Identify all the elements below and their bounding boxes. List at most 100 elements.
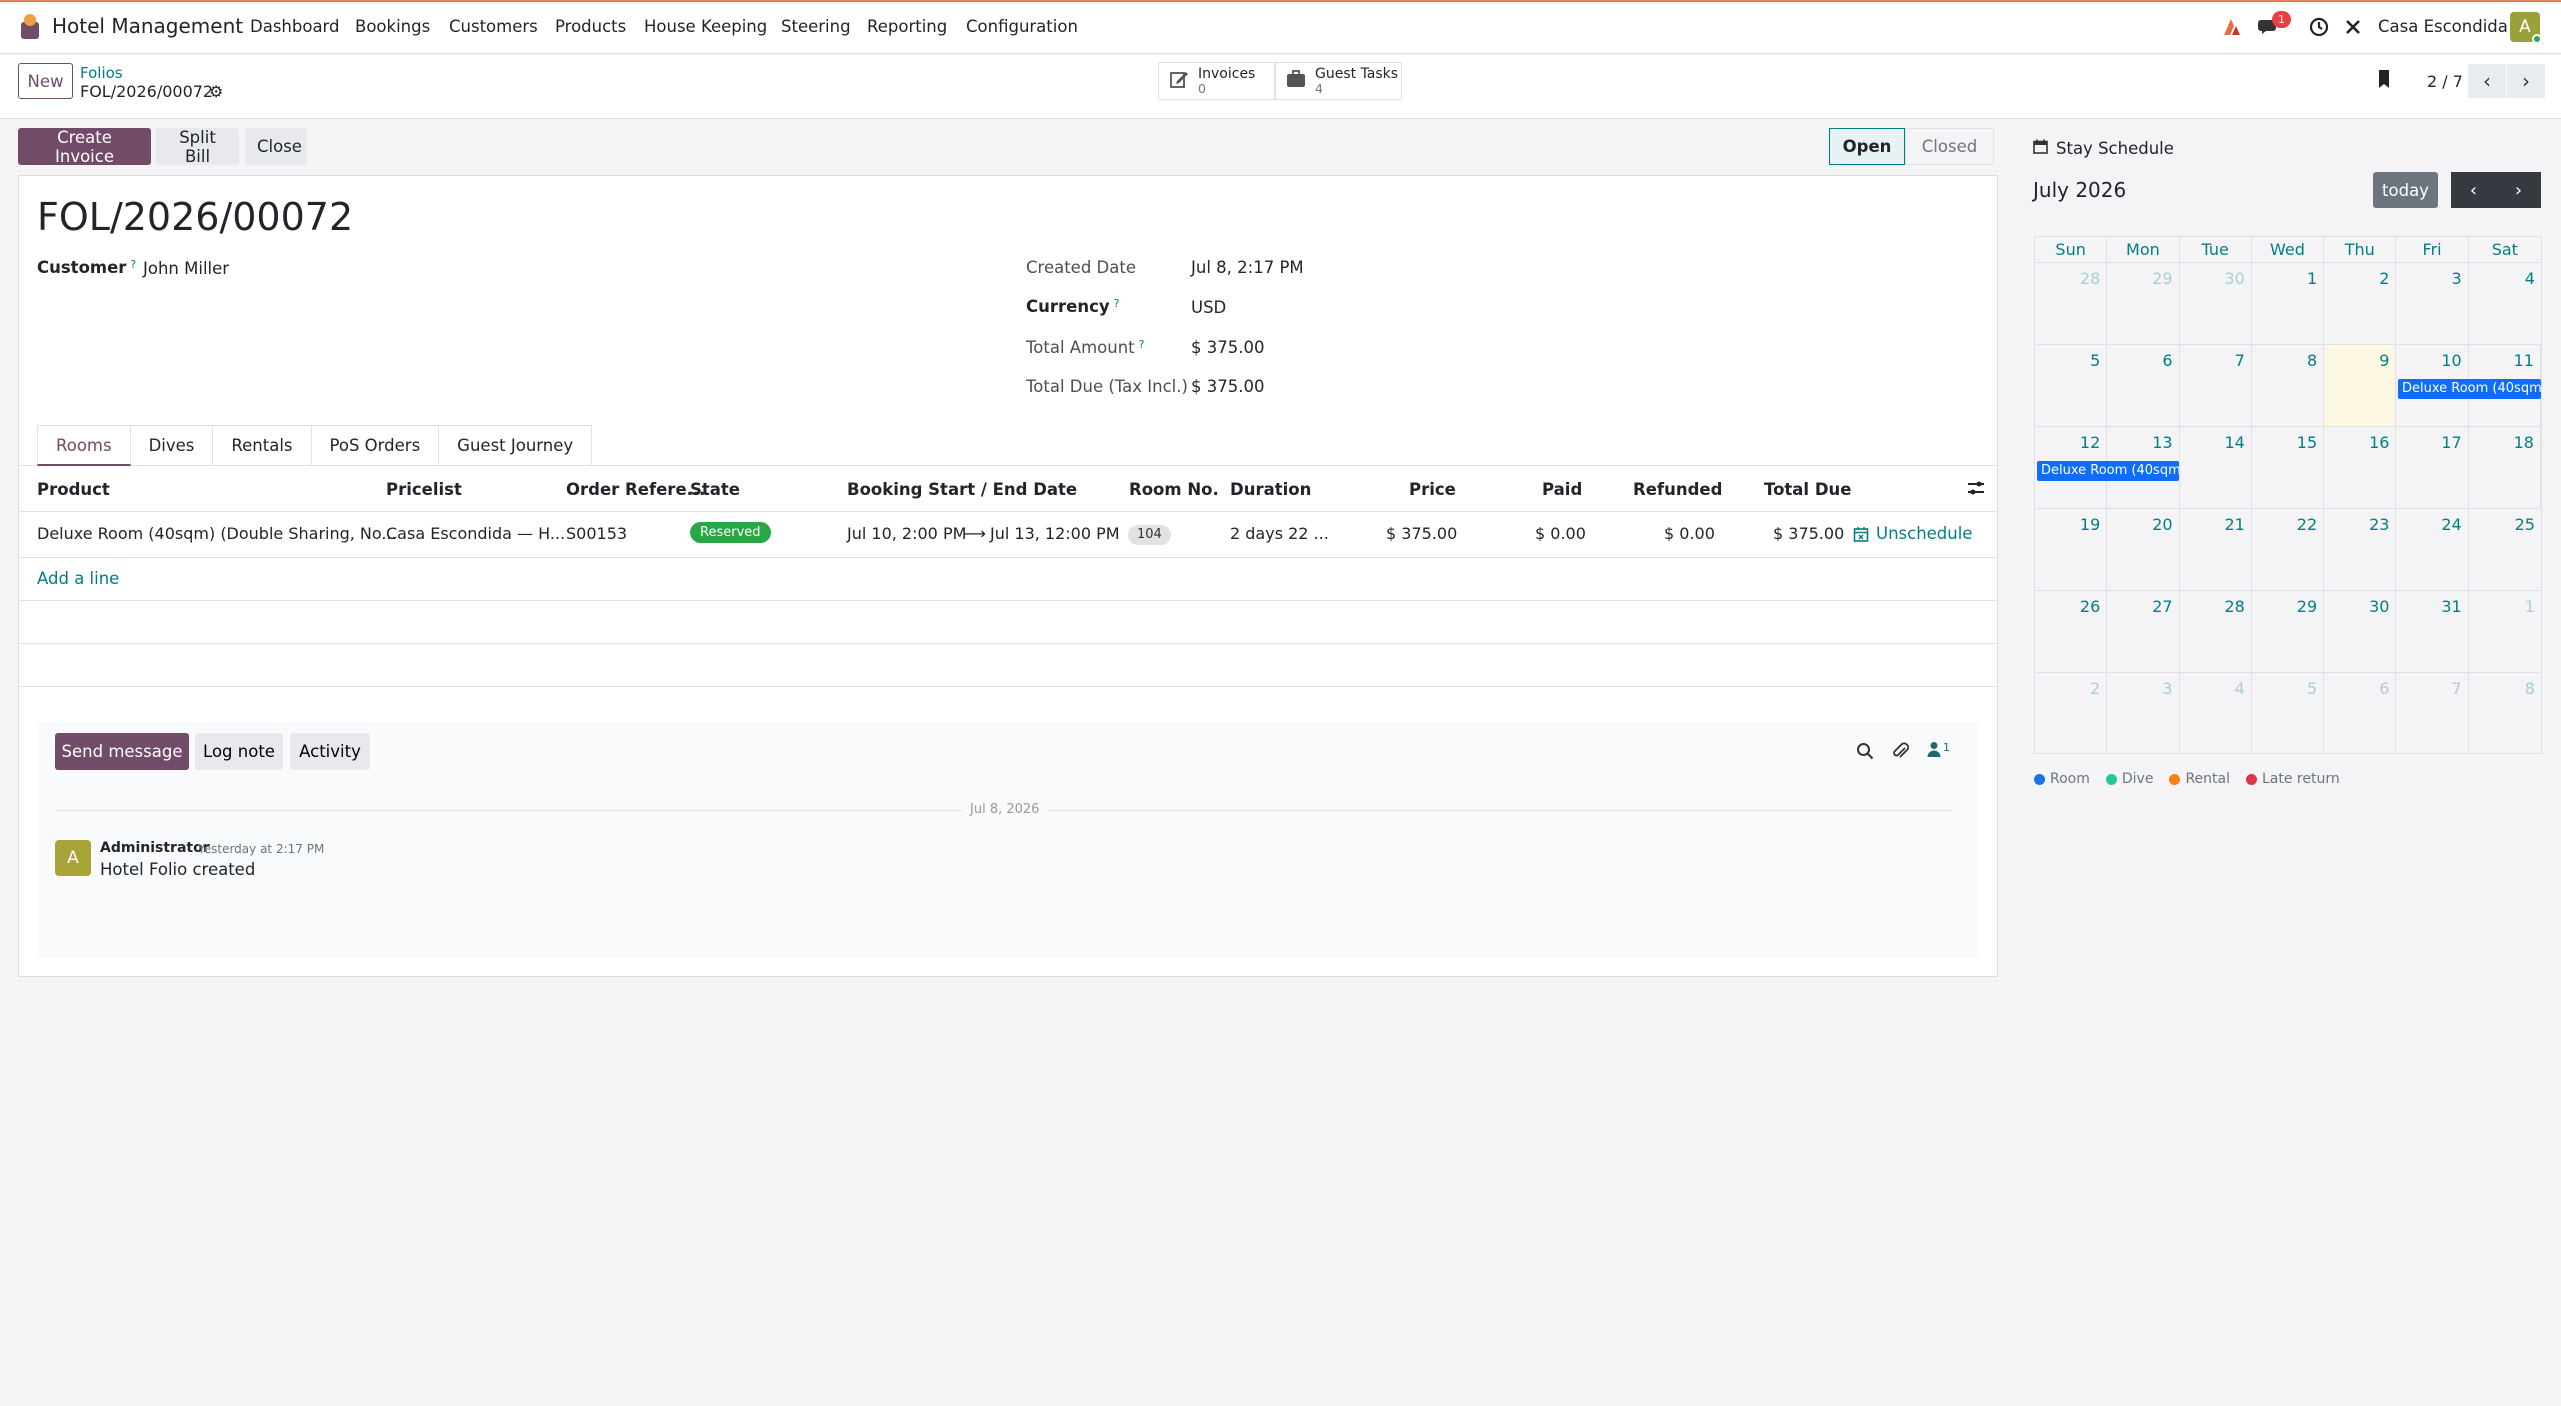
column-header-product[interactable]: Product (37, 480, 110, 499)
column-header-paid[interactable]: Paid (1542, 480, 1582, 499)
today-button[interactable]: today (2373, 172, 2438, 208)
calendar-day[interactable]: 17 (2396, 427, 2469, 508)
calendar-event-room[interactable]: Deluxe Room (40sqm) (2398, 379, 2541, 399)
guest-tasks-smart-button[interactable]: Guest Tasks 4 (1275, 62, 1402, 100)
menu-bookings[interactable]: Bookings (355, 17, 430, 36)
column-header-booking-dates[interactable]: Booking Start / End Date (847, 480, 1077, 499)
calendar-day[interactable]: 29 (2107, 263, 2180, 344)
calendar-day[interactable]: 26 (2035, 591, 2108, 672)
calendar-day[interactable]: 5 (2252, 673, 2325, 753)
column-header-refunded[interactable]: Refunded (1633, 480, 1722, 499)
clock-icon[interactable] (2306, 14, 2332, 40)
calendar-day[interactable]: 18 (2469, 427, 2541, 508)
calendar-day[interactable]: 30 (2324, 591, 2397, 672)
send-message-button[interactable]: Send message (55, 733, 189, 770)
menu-configuration[interactable]: Configuration (966, 17, 1078, 36)
menu-reporting[interactable]: Reporting (867, 17, 947, 36)
cell-product[interactable]: Deluxe Room (40sqm) (Double Sharing, No.… (37, 524, 397, 543)
help-icon[interactable]: ? (130, 258, 136, 271)
calendar-day[interactable]: 31 (2396, 591, 2469, 672)
bookmark-icon[interactable] (2376, 69, 2392, 94)
column-header-duration[interactable]: Duration (1230, 480, 1311, 499)
split-bill-button[interactable]: Split Bill (156, 128, 239, 166)
currency-value[interactable]: USD (1191, 298, 1226, 317)
calendar-day[interactable]: 14 (2180, 427, 2252, 508)
invoices-smart-button[interactable]: Invoices 0 (1158, 62, 1275, 100)
message-author-avatar[interactable]: A (55, 840, 91, 876)
calendar-day[interactable]: 3 (2107, 673, 2180, 753)
help-icon[interactable]: ? (1114, 297, 1120, 310)
menu-dashboard[interactable]: Dashboard (250, 17, 340, 36)
create-invoice-button[interactable]: Create Invoice (18, 128, 151, 166)
add-line-link[interactable]: Add a line (37, 569, 119, 588)
column-header-price[interactable]: Price (1409, 480, 1456, 499)
menu-products[interactable]: Products (555, 17, 626, 36)
calendar-day[interactable]: 29 (2252, 591, 2325, 672)
tab-dives[interactable]: Dives (130, 425, 214, 466)
help-icon[interactable]: ? (1139, 338, 1145, 351)
pager-next-button[interactable]: › (2507, 64, 2545, 98)
tab-guest-journey[interactable]: Guest Journey (439, 425, 593, 466)
optional-columns-icon[interactable] (1967, 480, 1985, 500)
calendar-day[interactable]: 7 (2180, 345, 2252, 426)
cell-order-ref[interactable]: S00153 (566, 524, 627, 543)
calendar-day[interactable]: 2 (2324, 263, 2397, 344)
activity-button[interactable]: Activity (290, 733, 370, 770)
unschedule-button[interactable]: Unschedule (1853, 524, 1972, 543)
calendar-day[interactable]: 16 (2324, 427, 2397, 508)
app-logo-icon[interactable] (18, 13, 42, 41)
followers-button[interactable]: 1 (1927, 741, 1950, 757)
calendar-day[interactable]: 6 (2324, 673, 2397, 753)
calendar-day[interactable]: 4 (2180, 673, 2252, 753)
gear-icon[interactable]: ⚙ (209, 82, 223, 101)
search-icon[interactable] (1856, 742, 1874, 764)
calendar-event-room[interactable]: Deluxe Room (40sqm) (2037, 461, 2179, 481)
tab-rentals[interactable]: Rentals (213, 425, 312, 466)
calendar-day[interactable]: 30 (2180, 263, 2252, 344)
column-header-order-ref[interactable]: Order Refere... (566, 480, 705, 499)
calendar-day[interactable]: 1 (2252, 263, 2325, 344)
calendar-day[interactable]: 19 (2035, 509, 2108, 590)
cell-paid[interactable]: $ 0.00 (1535, 524, 1586, 543)
breadcrumb-folios[interactable]: Folios (80, 64, 123, 82)
app-name[interactable]: Hotel Management (52, 14, 243, 38)
calendar-previous-button[interactable]: ‹ (2451, 172, 2496, 208)
cell-booking-start[interactable]: Jul 10, 2:00 PM (847, 524, 966, 543)
close-button[interactable]: Close (245, 128, 307, 165)
status-closed[interactable]: Closed (1905, 128, 1994, 165)
column-header-state[interactable]: State (690, 480, 740, 499)
calendar-day[interactable]: 8 (2252, 345, 2325, 426)
column-header-total-due[interactable]: Total Due (1764, 480, 1851, 499)
calendar-day[interactable]: 4 (2469, 263, 2541, 344)
column-header-room-no[interactable]: Room No. (1129, 480, 1219, 499)
calendar-day[interactable]: 2 (2035, 673, 2108, 753)
calendar-day[interactable]: 20 (2107, 509, 2180, 590)
pager-value[interactable]: 2 / 7 (2427, 72, 2463, 91)
menu-steering[interactable]: Steering (781, 17, 851, 36)
calendar-day[interactable]: 1 (2469, 591, 2541, 672)
calendar-day[interactable]: 5 (2035, 345, 2108, 426)
customer-value[interactable]: John Miller (143, 259, 229, 278)
cell-refunded[interactable]: $ 0.00 (1664, 524, 1715, 543)
calendar-day-today[interactable]: 9 (2324, 345, 2397, 426)
company-switcher[interactable]: Casa Escondida (2378, 17, 2508, 36)
calendar-day[interactable]: 27 (2107, 591, 2180, 672)
menu-house-keeping[interactable]: House Keeping (644, 17, 767, 36)
message-author[interactable]: Administrator (100, 840, 210, 856)
calendar-day[interactable]: 24 (2396, 509, 2469, 590)
paperclip-icon[interactable] (1892, 741, 1910, 765)
log-note-button[interactable]: Log note (195, 733, 283, 770)
cell-price[interactable]: $ 375.00 (1386, 524, 1457, 543)
status-open[interactable]: Open (1829, 128, 1905, 165)
calendar-day[interactable]: 15 (2252, 427, 2325, 508)
calendar-day[interactable]: 21 (2180, 509, 2252, 590)
calendar-next-button[interactable]: › (2496, 172, 2541, 208)
cell-booking-end[interactable]: Jul 13, 12:00 PM (990, 524, 1120, 543)
tools-icon[interactable] (2340, 14, 2366, 40)
calendar-day[interactable]: 23 (2324, 509, 2397, 590)
cell-total-due[interactable]: $ 375.00 (1773, 524, 1844, 543)
ai-assistant-icon[interactable] (2219, 14, 2245, 40)
pager-previous-button[interactable]: ‹ (2468, 64, 2506, 98)
calendar-day[interactable]: 8 (2469, 673, 2541, 753)
menu-customers[interactable]: Customers (449, 17, 538, 36)
